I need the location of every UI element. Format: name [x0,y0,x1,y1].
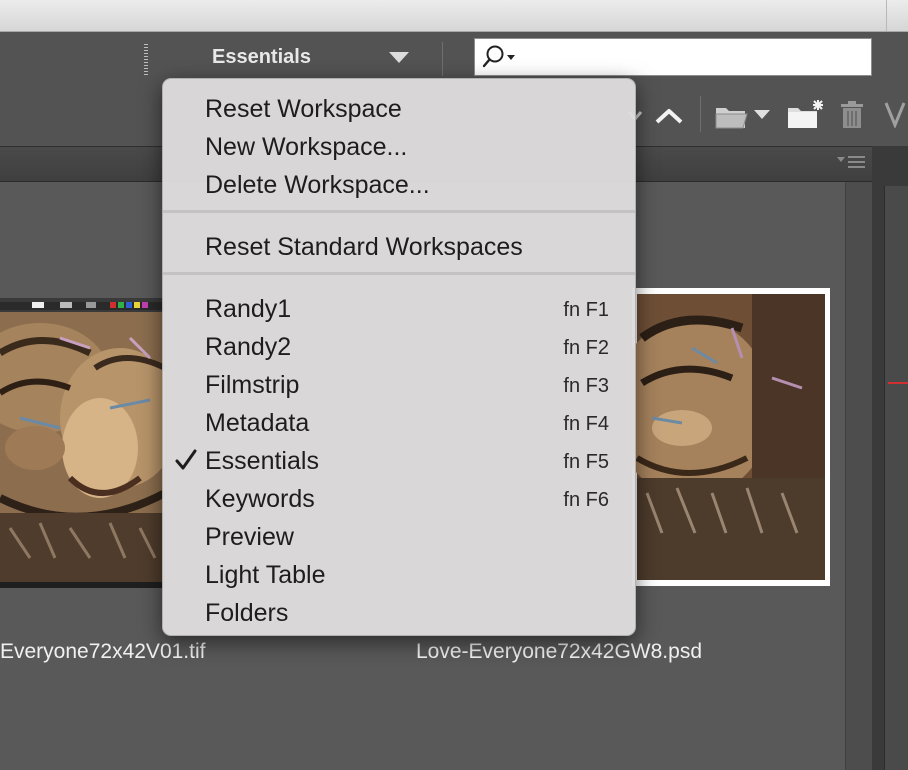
menu-item-shortcut: fn F4 [563,413,609,435]
menu-item-label: Reset Standard Workspaces [205,233,523,261]
toolbar-grip-handle[interactable] [144,44,148,76]
thumbnail-filename[interactable]: Love-Everyone72x42GW8.psd [416,640,702,664]
folder-icon[interactable] [712,100,774,132]
panel-menu-icon[interactable] [836,154,866,170]
menu-item-shortcut: fn F1 [563,299,609,321]
workspace-menu: Reset Workspace New Workspace... Delete … [162,78,636,636]
menu-item-shortcut: fn F2 [563,337,609,359]
chevron-up-icon[interactable] [654,106,684,126]
menu-item-label: Preview [205,523,294,551]
menu-item-label: Light Table [205,561,326,589]
header-divider [442,42,443,76]
menu-item-shortcut: fn F3 [563,375,609,397]
menu-item-label: Delete Workspace... [205,171,430,199]
checkmark-icon [175,449,197,470]
menu-item-new-workspace[interactable]: New Workspace... [163,125,635,163]
menu-item-metadata[interactable]: Metadata fn F4 [163,401,635,439]
playhead-marker [888,382,908,384]
menu-item-essentials[interactable]: Essentials fn F5 [163,439,635,477]
menu-item-preview[interactable]: Preview [163,515,635,553]
content-scrollbar[interactable] [845,182,873,770]
menu-item-keywords[interactable]: Keywords fn F6 [163,477,635,515]
menu-item-shortcut: fn F6 [563,489,609,511]
window-titlebar [0,0,908,32]
menu-item-label: Keywords [205,485,315,513]
titlebar-divider [886,0,887,31]
menu-item-label: New Workspace... [205,133,408,161]
menu-item-label: Reset Workspace [205,95,402,123]
workspace-dropdown-arrow-icon[interactable] [389,52,409,63]
menu-item-label: Essentials [205,447,319,475]
menu-item-label: Randy2 [205,333,292,361]
thumbnail-filename[interactable]: Everyone72x42V01.tif [0,640,205,664]
menu-separator [163,272,635,276]
thumbnail-left[interactable] [0,298,165,588]
thumbnail-right[interactable] [632,288,830,586]
menu-item-label: Metadata [205,409,310,437]
menu-item-label: Randy1 [205,295,292,323]
menu-item-filmstrip[interactable]: Filmstrip fn F3 [163,363,635,401]
menu-item-label: Folders [205,599,289,627]
menu-item-delete-workspace[interactable]: Delete Workspace... [163,163,635,201]
menu-item-folders[interactable]: Folders [163,591,635,629]
thumbnail-painting-image [632,288,830,586]
menu-item-label: Filmstrip [205,371,300,399]
menu-item-shortcut: fn F5 [563,451,609,473]
thumbnail-painting-image [0,298,165,588]
right-panel-edge [884,186,908,770]
trash-icon[interactable] [838,100,866,130]
menu-item-reset-standard-workspaces[interactable]: Reset Standard Workspaces [163,225,635,263]
menu-item-reset-workspace[interactable]: Reset Workspace [163,87,635,125]
menu-item-randy2[interactable]: Randy2 fn F2 [163,325,635,363]
search-input[interactable] [474,38,872,76]
view-mode-icon[interactable] [882,100,908,128]
toolbar-divider [700,96,701,132]
search-icon[interactable] [481,44,519,70]
menu-item-light-table[interactable]: Light Table [163,553,635,591]
menu-separator [163,210,635,214]
workspace-switcher-label[interactable]: Essentials [212,46,311,69]
new-folder-icon[interactable] [784,98,826,130]
menu-item-randy1[interactable]: Randy1 fn F1 [163,287,635,325]
